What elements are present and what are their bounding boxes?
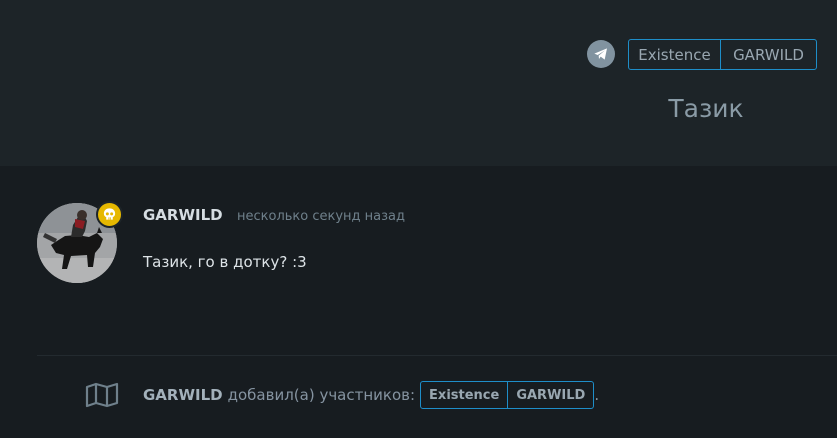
conversation-title: Тазик [668,94,744,123]
event-trailing-period: . [594,386,600,404]
post-timestamp[interactable]: несколько секунд назад [237,209,405,224]
post-author[interactable]: GARWILD [143,206,223,224]
participant-tags: Existence GARWILD [628,39,817,70]
participant-tag-existence[interactable]: Existence [629,40,720,69]
system-event: GARWILD добавил(а) участников: Existence… [143,381,599,409]
skull-badge-icon [96,201,123,228]
conversation-header: Existence GARWILD Тазик [0,0,837,166]
added-participant-tags: Existence GARWILD [420,381,595,409]
participant-tag-garwild[interactable]: GARWILD [720,40,816,69]
added-tag-existence[interactable]: Existence [421,382,507,408]
map-icon [85,382,119,408]
event-text: добавил(а) участников: [227,386,416,404]
telegram-icon[interactable] [587,40,615,68]
post-message: Тазик, го в дотку? :3 [143,253,307,271]
divider [37,355,837,356]
event-author[interactable]: GARWILD [143,386,223,404]
added-tag-garwild[interactable]: GARWILD [507,382,593,408]
